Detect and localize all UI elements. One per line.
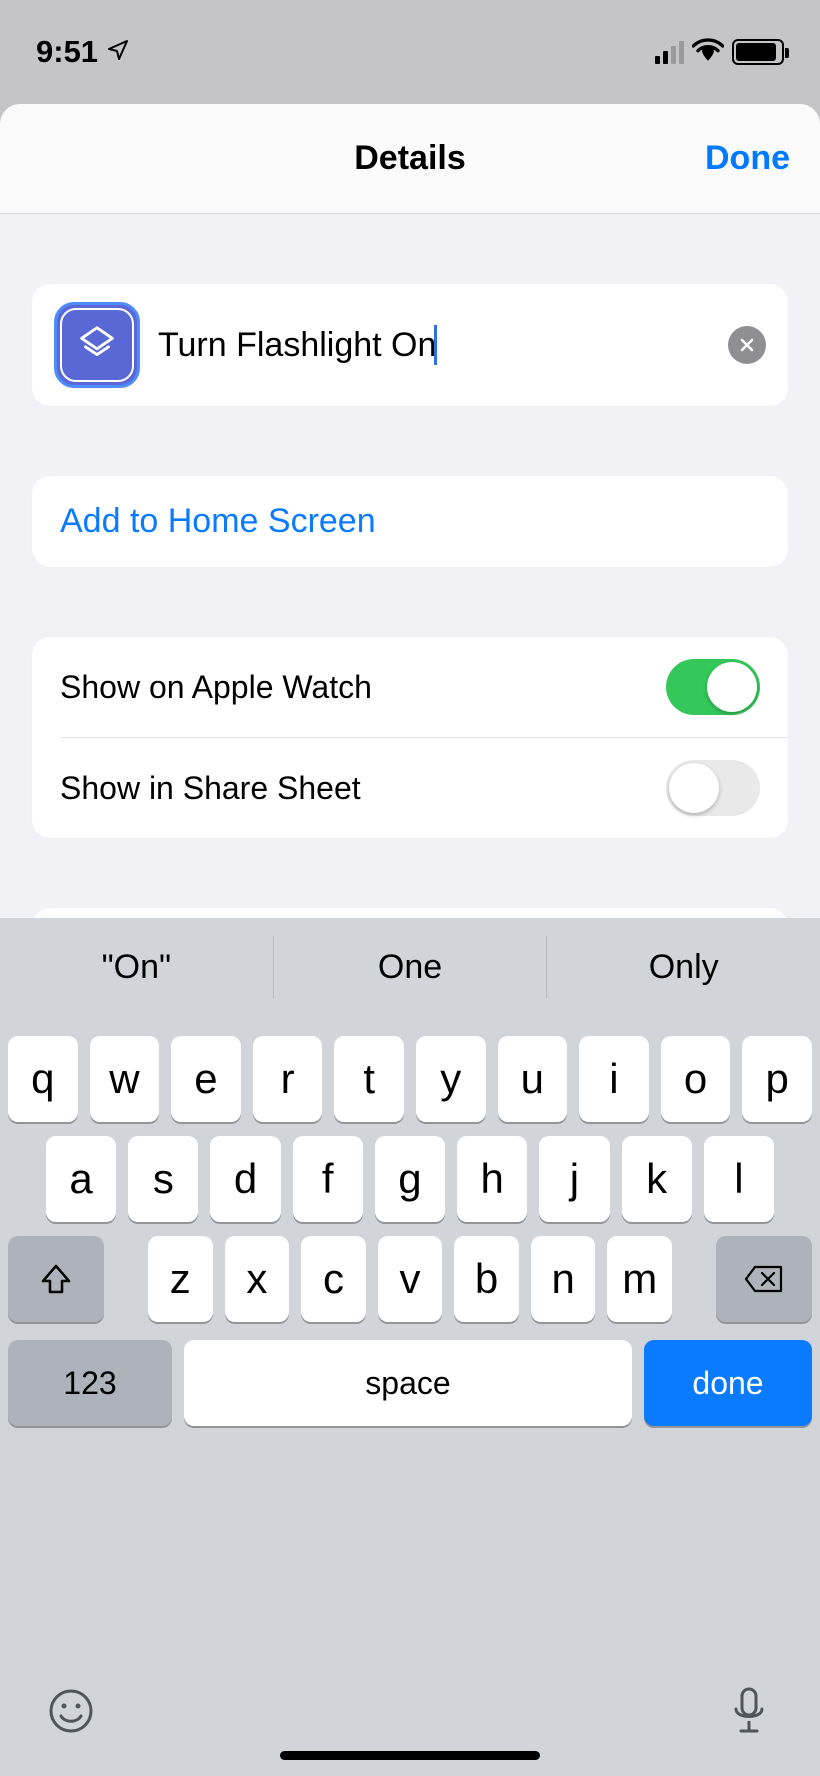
cellular-icon [655,41,684,64]
key-i[interactable]: i [579,1036,649,1122]
key-c[interactable]: c [301,1236,366,1322]
shortcut-name-text: Turn Flashlight On [158,326,436,365]
emoji-button[interactable] [44,1684,98,1738]
space-key[interactable]: space [184,1340,632,1426]
add-to-home-button[interactable]: Add to Home Screen [32,476,788,567]
shortcut-name-card: Turn Flashlight On [32,284,788,406]
suggestion-0[interactable]: "On" [0,918,273,1016]
toggles-card: Show on Apple Watch Show in Share Sheet [32,637,788,838]
key-j[interactable]: j [539,1136,609,1222]
key-p[interactable]: p [742,1036,812,1122]
keyboard: "On" One Only q w e r t y u i o p a s d … [0,918,820,1776]
key-x[interactable]: x [225,1236,290,1322]
suggestion-1[interactable]: One [274,918,547,1016]
battery-icon [732,39,784,65]
numbers-key[interactable]: 123 [8,1340,172,1426]
add-home-card: Add to Home Screen [32,476,788,567]
apple-watch-toggle[interactable] [666,659,760,715]
details-sheet: Details Done Turn Flashlight On Add to H… [0,104,820,1776]
done-button[interactable]: Done [705,104,790,213]
status-time: 9:51 [36,34,98,70]
key-o[interactable]: o [661,1036,731,1122]
text-caret [434,325,437,365]
key-q[interactable]: q [8,1036,78,1122]
key-n[interactable]: n [531,1236,596,1322]
home-indicator[interactable] [280,1751,540,1760]
key-e[interactable]: e [171,1036,241,1122]
shift-key[interactable] [8,1236,104,1322]
key-y[interactable]: y [416,1036,486,1122]
key-row-4: 123 space done [0,1340,820,1426]
key-l[interactable]: l [704,1136,774,1222]
share-sheet-row: Show in Share Sheet [32,738,788,838]
page-title: Details [354,139,466,178]
key-h[interactable]: h [457,1136,527,1222]
shortcut-icon[interactable] [54,302,140,388]
key-u[interactable]: u [498,1036,568,1122]
key-row-1: q w e r t y u i o p [0,1036,820,1122]
dictation-button[interactable] [722,1684,776,1738]
key-a[interactable]: a [46,1136,116,1222]
suggestion-bar: "On" One Only [0,918,820,1016]
key-m[interactable]: m [607,1236,672,1322]
apple-watch-label: Show on Apple Watch [60,669,372,706]
key-row-3: z x c v b n m [0,1236,820,1322]
shortcut-name-input[interactable]: Turn Flashlight On [158,325,710,365]
wifi-icon [692,38,724,67]
suggestion-2[interactable]: Only [547,918,820,1016]
key-r[interactable]: r [253,1036,323,1122]
nav-bar: Details Done [0,104,820,214]
key-v[interactable]: v [378,1236,443,1322]
share-sheet-label: Show in Share Sheet [60,770,361,807]
key-k[interactable]: k [622,1136,692,1222]
keyboard-done-key[interactable]: done [644,1340,812,1426]
share-sheet-toggle[interactable] [666,760,760,816]
location-icon [106,34,130,70]
key-g[interactable]: g [375,1136,445,1222]
key-t[interactable]: t [334,1036,404,1122]
key-d[interactable]: d [210,1136,280,1222]
clear-text-button[interactable] [728,326,766,364]
content-area: Turn Flashlight On Add to Home Screen Sh… [0,284,820,999]
status-left: 9:51 [36,34,130,70]
shortcut-name-row: Turn Flashlight On [32,284,788,406]
key-f[interactable]: f [293,1136,363,1222]
backspace-key[interactable] [716,1236,812,1322]
key-row-2: a s d f g h j k l [0,1136,820,1222]
status-bar: 9:51 [0,0,820,104]
key-b[interactable]: b [454,1236,519,1322]
apple-watch-row: Show on Apple Watch [32,637,788,737]
status-right [655,38,784,67]
key-z[interactable]: z [148,1236,213,1322]
key-s[interactable]: s [128,1136,198,1222]
key-w[interactable]: w [90,1036,160,1122]
